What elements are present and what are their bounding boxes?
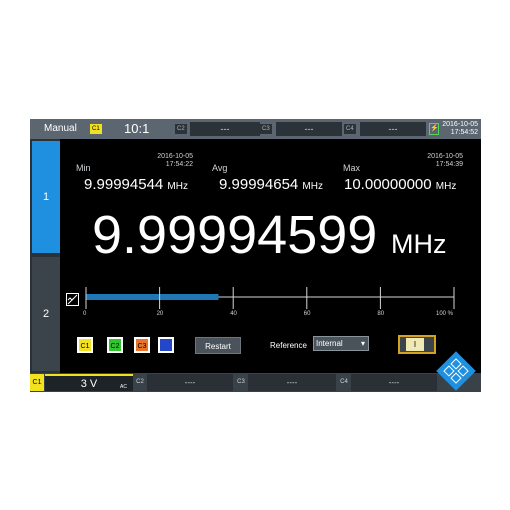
chevron-down-icon: ▾ [360, 339, 365, 348]
bottom-c2-value[interactable]: ---- [147, 374, 233, 391]
progress-scale [85, 287, 455, 309]
channel-button-3[interactable]: C3 [134, 337, 150, 353]
max-number: 10.00000000 [344, 176, 432, 193]
min-unit: MHz [167, 181, 188, 192]
max-date: 2016-10-05 [427, 153, 463, 160]
bottom-c4-tag: C4 [338, 374, 350, 391]
scale-tick-label: 20 [156, 311, 164, 317]
max-value: 10.00000000 MHz [344, 176, 456, 193]
c2-tag: C2 [175, 124, 187, 134]
bottom-channel-bar: C1 3 V AC C2 ---- C3 ---- C4 ---- [30, 373, 481, 392]
c4-tag: C4 [344, 124, 356, 134]
c2-value[interactable]: --- [190, 122, 260, 136]
max-timestamp: 2016-10-05 17:54:39 [418, 153, 463, 169]
restart-button[interactable]: Restart [195, 337, 241, 354]
min-label: Min [76, 163, 91, 173]
battery-icon: ⚡ [429, 123, 439, 135]
c3-value[interactable]: --- [276, 122, 342, 136]
sidebar: 1 2 [30, 139, 60, 373]
reference-select[interactable]: Internal ▾ [313, 336, 369, 351]
time-text: 17:54:52 [450, 129, 478, 136]
scale-tick-label: 0 [83, 311, 87, 317]
min-date: 2016-10-05 [157, 153, 193, 160]
c1-coupling: AC [120, 384, 127, 390]
bottom-c3-value[interactable]: ---- [248, 374, 336, 391]
scale-tick-label: 40 [230, 311, 237, 317]
sidebar-item-1[interactable]: 1 [32, 141, 60, 253]
date-text: 2016-10-05 [442, 121, 478, 128]
frequency-unit: MHz [391, 229, 447, 259]
avg-unit: MHz [302, 181, 323, 192]
min-timestamp: 2016-10-05 17:54:22 [148, 153, 193, 169]
scale-fill [86, 294, 219, 300]
max-label: Max [343, 163, 361, 173]
toggle-knob: I [406, 338, 424, 351]
channel-button-4[interactable] [158, 337, 174, 353]
c3-tag: C3 [260, 124, 272, 134]
c1-tag: C1 [90, 124, 102, 134]
bottom-c1-tag: C1 [30, 374, 44, 391]
avg-number: 9.99994654 [219, 176, 299, 193]
channel-button-2[interactable]: C2 [107, 337, 123, 353]
avg-label: Avg [212, 163, 228, 173]
min-value: 9.99994544 MHz [84, 176, 188, 193]
datetime: 2016-10-05 17:54:52 [440, 121, 478, 137]
channel-button-1[interactable]: C1 [77, 337, 93, 353]
sidebar-item-2[interactable]: 2 [32, 257, 60, 371]
top-status-bar: Manual C1 10:1 C2 --- C3 --- C4 --- ⚡ 20… [30, 119, 481, 139]
reference-label: Reference [270, 341, 307, 350]
scale-tick-label: 80 [377, 311, 385, 317]
max-unit: MHz [435, 181, 457, 192]
max-time: 17:54:39 [435, 161, 463, 168]
toggle-switch[interactable]: I [398, 335, 436, 354]
bottom-c1-value[interactable]: 3 V AC [45, 374, 133, 391]
bottom-c2-tag: C2 [134, 374, 146, 391]
scale-tick-label: 100 % [436, 311, 454, 317]
c1-volts: 3 V [80, 378, 98, 390]
mode-label[interactable]: Manual [44, 119, 77, 139]
c4-value[interactable]: --- [360, 122, 426, 136]
avg-value: 9.99994654 MHz [219, 176, 323, 193]
reference-value: Internal [316, 339, 343, 348]
bottom-c3-tag: C3 [235, 374, 247, 391]
probe-ratio[interactable]: 10:1 [124, 119, 149, 139]
min-number: 9.99994544 [84, 176, 164, 193]
scale-tick-label: 60 [303, 311, 311, 317]
min-time: 17:54:22 [165, 161, 193, 168]
frequency-readout: 9.99994599 [92, 205, 378, 265]
measurement-icon [66, 293, 79, 306]
counter-screen: Manual C1 10:1 C2 --- C3 --- C4 --- ⚡ 20… [30, 119, 481, 392]
bottom-c4-value[interactable]: ---- [351, 374, 437, 391]
